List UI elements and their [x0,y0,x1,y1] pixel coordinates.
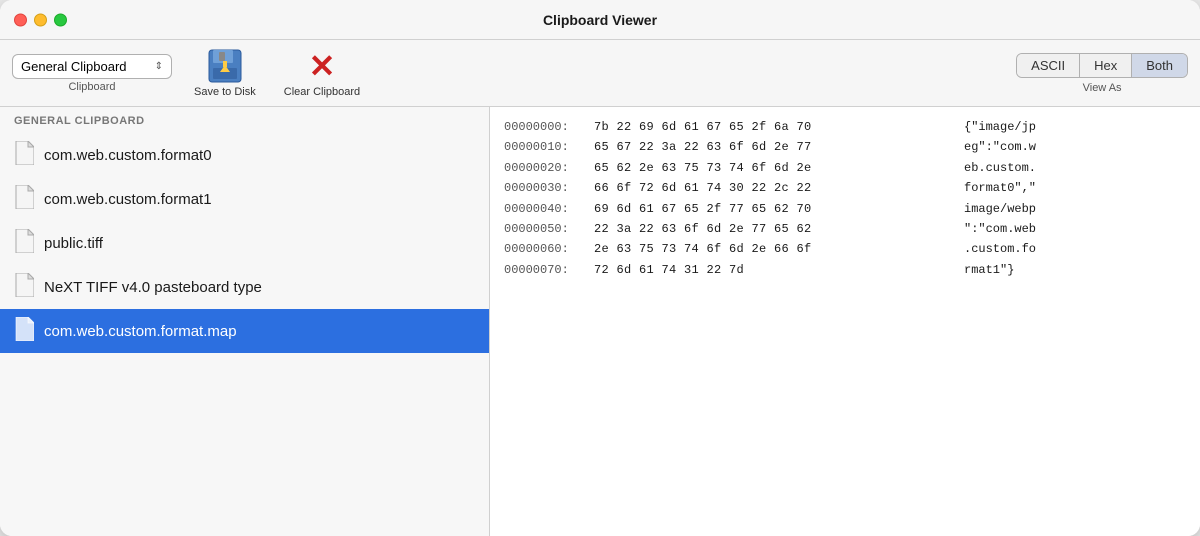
close-button[interactable] [14,13,27,26]
sidebar-item-next[interactable]: NeXT TIFF v4.0 pasteboard type [0,265,489,309]
traffic-lights [14,13,67,26]
hex-view: 00000000: 7b 22 69 6d 61 67 65 2f 6a 70 … [490,107,1200,536]
sidebar-item-format0[interactable]: com.web.custom.format0 [0,133,489,177]
file-icon [14,185,34,213]
hex-address: 00000060: [504,239,594,259]
view-hex-button[interactable]: Hex [1080,54,1132,77]
toolbar: General Clipboard ⇕ Clipboard [0,40,1200,107]
clipboard-dropdown[interactable]: General Clipboard ⇕ [12,54,172,79]
hex-row: 00000020: 65 62 2e 63 75 73 74 6f 6d 2e … [504,158,1186,178]
hex-ascii: {"image/jp [954,117,1036,137]
clipboard-dropdown-value: General Clipboard [21,59,127,74]
hex-bytes: 7b 22 69 6d 61 67 65 2f 6a 70 [594,117,954,137]
hex-address: 00000040: [504,199,594,219]
hex-rows-container: 00000000: 7b 22 69 6d 61 67 65 2f 6a 70 … [504,117,1186,280]
hex-row: 00000010: 65 67 22 3a 22 63 6f 6d 2e 77 … [504,137,1186,157]
file-icon [14,141,34,169]
hex-row: 00000030: 66 6f 72 6d 61 74 30 22 2c 22 … [504,178,1186,198]
view-as-buttons: ASCII Hex Both [1016,53,1188,78]
hex-address: 00000010: [504,137,594,157]
view-both-button[interactable]: Both [1132,54,1187,77]
hex-bytes: 65 62 2e 63 75 73 74 6f 6d 2e [594,158,954,178]
hex-row: 00000000: 7b 22 69 6d 61 67 65 2f 6a 70 … [504,117,1186,137]
hex-ascii: format0"," [954,178,1036,198]
hex-ascii: rmat1"} [954,260,1014,280]
sidebar-item-format1[interactable]: com.web.custom.format1 [0,177,489,221]
clear-icon: ✕ [304,48,340,84]
hex-bytes: 22 3a 22 63 6f 6d 2e 77 65 62 [594,219,954,239]
chevron-down-icon: ⇕ [155,61,163,72]
save-to-disk-button[interactable]: Save to Disk [188,46,262,100]
file-icon [14,229,34,257]
hex-row: 00000070: 72 6d 61 74 31 22 7d rmat1"} [504,260,1186,280]
sidebar-item-label-tiff: public.tiff [44,235,103,252]
sidebar-item-label-format0: com.web.custom.format0 [44,147,212,164]
hex-ascii: ":"com.web [954,219,1036,239]
hex-bytes: 69 6d 61 67 65 2f 77 65 62 70 [594,199,954,219]
hex-bytes: 2e 63 75 73 74 6f 6d 2e 66 6f [594,239,954,259]
sidebar-items: com.web.custom.format0 com.web.custom.fo… [0,133,489,536]
hex-bytes: 66 6f 72 6d 61 74 30 22 2c 22 [594,178,954,198]
hex-address: 00000000: [504,117,594,137]
main-window: Clipboard Viewer General Clipboard ⇕ Cli… [0,0,1200,536]
hex-address: 00000030: [504,178,594,198]
sidebar-header: GENERAL CLIPBOARD [0,107,489,133]
hex-ascii: eg":"com.w [954,137,1036,157]
clear-clipboard-button[interactable]: ✕ Clear Clipboard [278,46,366,100]
minimize-button[interactable] [34,13,47,26]
save-label: Save to Disk [194,86,256,98]
file-icon [14,273,34,301]
hex-bytes: 65 67 22 3a 22 63 6f 6d 2e 77 [594,137,954,157]
main-content: GENERAL CLIPBOARD com.web.custom.format0 [0,107,1200,536]
hex-address: 00000020: [504,158,594,178]
hex-row: 00000050: 22 3a 22 63 6f 6d 2e 77 65 62 … [504,219,1186,239]
window-title: Clipboard Viewer [543,12,657,28]
hex-row: 00000040: 69 6d 61 67 65 2f 77 65 62 70 … [504,199,1186,219]
view-as-section: ASCII Hex Both View As [1016,53,1188,94]
clipboard-label: Clipboard [68,81,115,93]
hex-ascii: .custom.fo [954,239,1036,259]
sidebar: GENERAL CLIPBOARD com.web.custom.format0 [0,107,490,536]
title-bar: Clipboard Viewer [0,0,1200,40]
file-icon-active [14,317,34,345]
sidebar-item-label-format1: com.web.custom.format1 [44,191,212,208]
clear-label: Clear Clipboard [284,86,360,98]
sidebar-item-tiff[interactable]: public.tiff [0,221,489,265]
maximize-button[interactable] [54,13,67,26]
hex-ascii: image/webp [954,199,1036,219]
hex-ascii: eb.custom. [954,158,1036,178]
hex-bytes: 72 6d 61 74 31 22 7d [594,260,954,280]
hex-address: 00000070: [504,260,594,280]
view-ascii-button[interactable]: ASCII [1017,54,1080,77]
hex-address: 00000050: [504,219,594,239]
save-icon [207,48,243,84]
sidebar-item-label-map: com.web.custom.format.map [44,323,237,340]
hex-row: 00000060: 2e 63 75 73 74 6f 6d 2e 66 6f … [504,239,1186,259]
sidebar-item-map[interactable]: com.web.custom.format.map [0,309,489,353]
sidebar-item-label-next: NeXT TIFF v4.0 pasteboard type [44,279,262,296]
view-as-label: View As [1083,82,1122,94]
